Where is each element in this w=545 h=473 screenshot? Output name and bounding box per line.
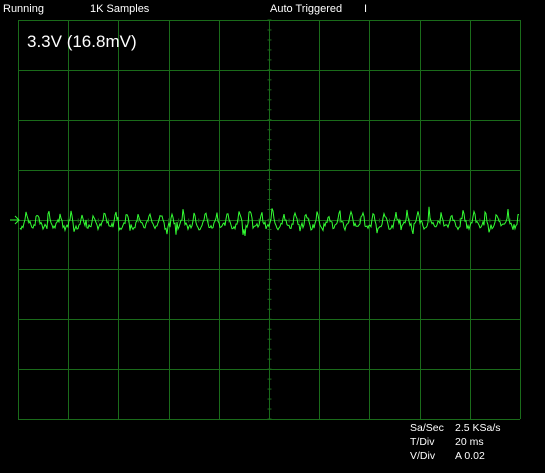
scope-screen	[10, 19, 521, 420]
volt-div-readout: V/Div A 0.02	[410, 449, 540, 463]
time-div-readout: T/Div 20 ms	[410, 435, 540, 449]
time-div-value: 20 ms	[455, 436, 484, 448]
sample-rate-label: Sa/Sec	[410, 422, 444, 434]
time-div-label: T/Div	[410, 436, 435, 448]
volt-div-label: V/Div	[410, 450, 436, 462]
trace-label: 3.3V (16.8mV)	[27, 32, 137, 51]
volt-div-value: A 0.02	[455, 450, 485, 462]
graticule	[17, 19, 521, 420]
arrow-right-icon	[10, 215, 20, 225]
oscilloscope-window: Running 1K Samples Auto Triggered I 3.3V…	[0, 0, 545, 473]
sample-rate-readout: Sa/Sec 2.5 KSa/s	[410, 421, 540, 435]
sample-rate-value: 2.5 KSa/s	[455, 422, 501, 434]
readout-panel: Sa/Sec 2.5 KSa/s T/Div 20 ms V/Div A 0.0…	[410, 421, 540, 463]
